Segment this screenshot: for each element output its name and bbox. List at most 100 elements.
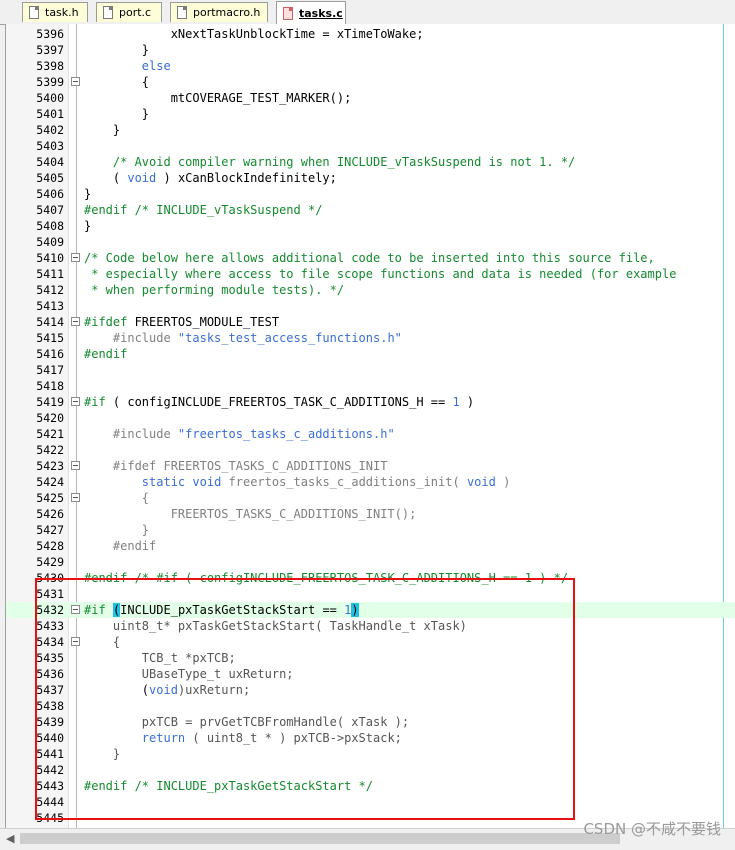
code-token: ) [495,475,511,489]
code-line[interactable]: 5409 [6,234,735,250]
code-line[interactable]: 5403 [6,138,735,154]
code-line[interactable]: 5411 * especially where access to file s… [6,266,735,282]
code-line[interactable]: 5424 static void freertos_tasks_c_additi… [6,474,735,490]
code-token: ) [459,395,475,409]
code-line[interactable]: 5404 /* Avoid compiler warning when INCL… [6,154,735,170]
code-token: * especially where access to file scope … [84,267,677,281]
line-number: 5420 [36,411,64,425]
tab-task-h[interactable]: task.h [22,2,88,22]
line-number: 5396 [36,27,64,41]
file-icon [283,6,293,20]
code-line[interactable]: 5407 #endif /* INCLUDE_vTaskSuspend */ [6,202,735,218]
watermark: CSDN @不咸不要钱 [583,820,721,838]
code-line[interactable]: 5398 else [6,58,735,74]
line-number: 5424 [36,475,64,489]
code-text: } [84,522,149,538]
code-line[interactable]: 5418 [6,378,735,394]
tab-bar: task.h port.c portmacro.h tasks.c [0,0,735,25]
scroll-left-icon[interactable]: ◀ [6,832,14,845]
code-text: } [84,122,120,138]
code-token: } [84,43,150,57]
code-token: /* Code below here allows additional cod… [84,251,655,265]
code-text: #include "freertos_tasks_c_additions.h" [84,426,395,442]
code-token: ( [84,171,128,185]
line-number: 5400 [36,91,64,105]
code-line[interactable]: 5406} [6,186,735,202]
code-line[interactable]: 5400 mtCOVERAGE_TEST_MARKER(); [6,90,735,106]
file-icon [177,6,187,19]
line-number: 5423 [36,459,64,473]
code-line[interactable]: 5412 * when performing module tests). */ [6,282,735,298]
line-number: 5418 [36,379,64,393]
code-line[interactable]: 5396 xNextTaskUnblockTime = xTimeToWake; [6,26,735,42]
code-line[interactable]: 5426 FREERTOS_TASKS_C_ADDITIONS_INIT(); [6,506,735,522]
fold-collapse-icon[interactable] [71,397,80,406]
file-icon [29,6,39,19]
fold-collapse-icon[interactable] [71,77,80,86]
code-text: mtCOVERAGE_TEST_MARKER(); [84,90,352,106]
code-token: #endif [84,203,128,217]
code-token: freertos_tasks_c_additions_init( [221,475,467,489]
code-text: #endif [84,538,156,554]
code-line[interactable]: 5402 } [6,122,735,138]
fold-collapse-icon[interactable] [71,461,80,470]
line-number: 5405 [36,171,64,185]
code-token: /* Avoid compiler warning when INCLUDE_v… [112,155,576,169]
code-text: #include "tasks_test_access_functions.h" [84,330,402,346]
tab-portmacro-h[interactable]: portmacro.h [170,2,268,22]
line-number: 5403 [36,139,64,153]
scrollbar-thumb[interactable] [20,833,620,844]
code-text: * when performing module tests). */ [84,282,344,298]
code-text: #ifdef FREERTOS_TASKS_C_ADDITIONS_INIT [84,458,388,474]
code-line[interactable]: 5428 #endif [6,538,735,554]
fold-collapse-icon[interactable] [71,317,80,326]
code-line[interactable]: 5425 { [6,490,735,506]
code-line[interactable]: 5427 } [6,522,735,538]
line-number: 5411 [36,267,64,281]
code-token: ( configINCLUDE_FREERTOS_TASK_C_ADDITION… [105,395,453,409]
code-line[interactable]: 5410 /* Code below here allows additional… [6,250,735,266]
code-token: #endif [112,539,157,553]
code-token: "freertos_tasks_c_additions.h" [170,427,395,441]
code-line[interactable]: 5399 { [6,74,735,90]
code-line[interactable]: 5421 #include "freertos_tasks_c_addition… [6,426,735,442]
code-token: "tasks_test_access_functions.h" [170,331,402,345]
code-token: { [84,491,150,505]
code-token: /* INCLUDE_vTaskSuspend */ [127,203,323,217]
code-token: else [141,59,171,73]
line-number: 5409 [36,235,64,249]
line-number: 5422 [36,443,64,457]
code-line[interactable]: 5429 [6,554,735,570]
code-line[interactable]: 5419 #if ( configINCLUDE_FREERTOS_TASK_C_… [6,394,735,410]
line-number: 5417 [36,363,64,377]
fold-collapse-icon[interactable] [71,253,80,262]
line-number: 5428 [36,539,64,553]
code-line[interactable]: 5414 #ifdef FREERTOS_MODULE_TEST [6,314,735,330]
code-line[interactable]: 5422 [6,442,735,458]
fold-collapse-icon[interactable] [71,493,80,502]
code-line[interactable]: 5397 } [6,42,735,58]
code-line[interactable]: 5408} [6,218,735,234]
code-line[interactable]: 5413 [6,298,735,314]
tab-port-c[interactable]: port.c [96,2,162,22]
code-line[interactable]: 5401 } [6,106,735,122]
code-token: } [84,523,150,537]
code-text: else [84,58,171,74]
code-token: FREERTOS_TASKS_C_ADDITIONS_INIT(); [84,507,417,521]
line-number: 5399 [36,75,64,89]
code-line[interactable]: 5417 [6,362,735,378]
code-token: #include [112,331,171,345]
code-line[interactable]: 5416 #endif [6,346,735,362]
line-number: 5421 [36,427,64,441]
tab-tasks-c[interactable]: tasks.c [276,1,346,24]
code-line[interactable]: 5415 #include "tasks_test_access_functio… [6,330,735,346]
tab-label: tasks.c [299,6,343,20]
line-number: 5413 [36,299,64,313]
code-line[interactable]: 5420 [6,410,735,426]
line-number: 5425 [36,491,64,505]
code-line[interactable]: 5405 ( void ) xCanBlockIndefinitely; [6,170,735,186]
code-line[interactable]: 5423 #ifdef FREERTOS_TASKS_C_ADDITIONS_I… [6,458,735,474]
code-text: /* Avoid compiler warning when INCLUDE_v… [84,154,575,170]
